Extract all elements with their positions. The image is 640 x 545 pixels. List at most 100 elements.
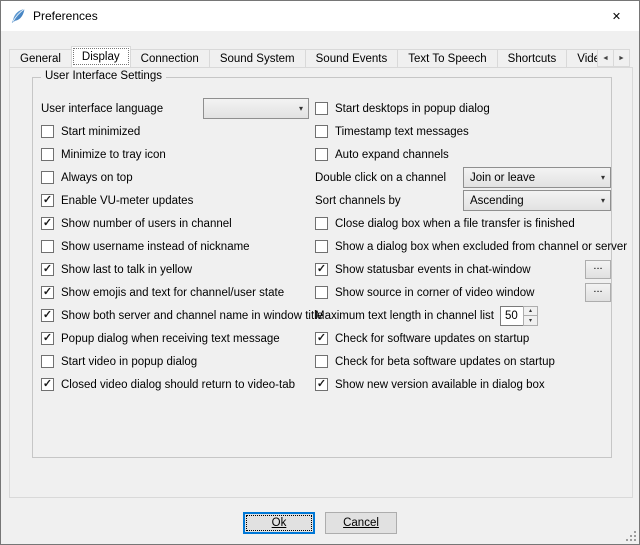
checkbox-row: ✓ Start video in popup dialog xyxy=(41,350,309,373)
checkbox[interactable]: ✓ xyxy=(315,217,328,230)
checkbox-row: ✓ Show emojis and text for channel/user … xyxy=(41,281,309,304)
statusbar-events-config-button[interactable]: ... xyxy=(585,260,611,279)
checkbox-label: Check for beta software updates on start… xyxy=(335,356,555,368)
checkbox[interactable]: ✓ xyxy=(41,286,54,299)
tab-display[interactable]: Display xyxy=(71,46,131,67)
checkbox-label: Show a dialog box when excluded from cha… xyxy=(335,241,627,253)
sort-channels-label: Sort channels by xyxy=(315,195,401,207)
checkbox[interactable]: ✓ xyxy=(315,240,328,253)
checkbox[interactable]: ✓ xyxy=(41,217,54,230)
spin-down-button[interactable]: ▾ xyxy=(524,315,537,325)
checkbox[interactable]: ✓ xyxy=(315,263,328,276)
tab-sound-events[interactable]: Sound Events xyxy=(305,49,399,67)
chevron-up-icon: ▴ xyxy=(529,307,532,314)
check-icon: ✓ xyxy=(43,287,52,298)
tab-scroll-right-button[interactable]: ► xyxy=(613,49,630,67)
checkbox[interactable]: ✓ xyxy=(315,125,328,138)
tab-text-to-speech[interactable]: Text To Speech xyxy=(397,49,497,67)
check-icon: ✓ xyxy=(317,333,326,344)
checkbox-row: ✓ Auto expand channels xyxy=(315,143,611,166)
checkbox[interactable]: ✓ xyxy=(41,332,54,345)
arrow-left-icon: ◄ xyxy=(602,55,609,62)
checkbox[interactable]: ✓ xyxy=(41,148,54,161)
check-icon: ✓ xyxy=(43,264,52,275)
ok-button[interactable]: Ok xyxy=(243,512,315,534)
double-click-label: Double click on a channel xyxy=(315,172,446,184)
checkbox[interactable]: ✓ xyxy=(315,378,328,391)
chevron-down-icon: ▾ xyxy=(529,317,532,324)
checkbox[interactable]: ✓ xyxy=(41,355,54,368)
cancel-button[interactable]: Cancel xyxy=(325,512,397,534)
tab-sound-system[interactable]: Sound System xyxy=(209,49,306,67)
checkbox[interactable]: ✓ xyxy=(315,102,328,115)
resize-grip[interactable] xyxy=(624,529,637,542)
checkbox-label: Show number of users in channel xyxy=(61,218,232,230)
chevron-down-icon: ▾ xyxy=(601,173,605,182)
tab-connection[interactable]: Connection xyxy=(130,49,210,67)
checkbox-row: ✓ Show username instead of nickname xyxy=(41,235,309,258)
checkbox-label: Show new version available in dialog box xyxy=(335,379,545,391)
max-text-length-label: Maximum text length in channel list xyxy=(315,310,494,322)
cancel-label: Cancel xyxy=(343,517,379,529)
tab-label: Display xyxy=(82,51,120,63)
ok-label: Ok xyxy=(272,517,287,529)
checkbox[interactable]: ✓ xyxy=(41,378,54,391)
group-title: User Interface Settings xyxy=(41,70,166,82)
tab-label: Sound Events xyxy=(316,53,388,65)
tab-bar: General Display Connection Sound System … xyxy=(9,46,633,67)
tab-label: Sound System xyxy=(220,53,295,65)
max-text-length-spinner: 50 ▴ ▾ xyxy=(500,306,538,326)
checkbox-label: Auto expand channels xyxy=(335,149,449,161)
footer: Ok Cancel xyxy=(1,512,639,534)
tab-label: Shortcuts xyxy=(508,53,557,65)
spin-buttons: ▴ ▾ xyxy=(523,306,538,326)
language-label: User interface language xyxy=(41,103,163,115)
spin-up-button[interactable]: ▴ xyxy=(524,307,537,316)
checkbox[interactable]: ✓ xyxy=(41,309,54,322)
checkbox[interactable]: ✓ xyxy=(41,171,54,184)
chevron-down-icon: ▾ xyxy=(601,196,605,205)
tab-scroll-buttons: ◄ ► xyxy=(597,49,630,67)
arrow-right-icon: ► xyxy=(618,55,625,62)
checkbox[interactable]: ✓ xyxy=(315,148,328,161)
check-icon: ✓ xyxy=(43,195,52,206)
video-source-config-button[interactable]: ... xyxy=(585,283,611,302)
checkbox-row: ✓ Start minimized xyxy=(41,120,309,143)
checkbox-label: Show statusbar events in chat-window xyxy=(335,264,531,276)
check-icon: ✓ xyxy=(43,333,52,344)
checkbox-label: Closed video dialog should return to vid… xyxy=(61,379,295,391)
check-icon: ✓ xyxy=(43,218,52,229)
tab-general[interactable]: General xyxy=(9,49,72,67)
checkbox[interactable]: ✓ xyxy=(315,355,328,368)
tab-label: Connection xyxy=(141,53,199,65)
checkbox-label: Timestamp text messages xyxy=(335,126,469,138)
check-icon: ✓ xyxy=(317,379,326,390)
display-tab-page: User Interface Settings User interface l… xyxy=(9,67,633,498)
checkbox-row: ✓ Always on top xyxy=(41,166,309,189)
close-button[interactable]: ✕ xyxy=(594,1,639,31)
tab-shortcuts[interactable]: Shortcuts xyxy=(497,49,568,67)
checkbox[interactable]: ✓ xyxy=(41,125,54,138)
checkbox-label: Start minimized xyxy=(61,126,140,138)
statusbar-events-row: ✓ Show statusbar events in chat-window .… xyxy=(315,258,611,281)
language-select[interactable]: ▾ xyxy=(203,98,309,119)
max-text-length-input[interactable]: 50 xyxy=(500,306,523,326)
check-icon: ✓ xyxy=(43,310,52,321)
double-click-value: Join or leave xyxy=(470,172,595,184)
sort-channels-select[interactable]: Ascending ▾ xyxy=(463,190,611,211)
checkbox[interactable]: ✓ xyxy=(41,194,54,207)
checkbox-row: ✓ Start desktops in popup dialog xyxy=(315,97,611,120)
preferences-window: Preferences ✕ General Display Connection… xyxy=(0,0,640,545)
checkbox[interactable]: ✓ xyxy=(315,332,328,345)
checkbox-label: Show emojis and text for channel/user st… xyxy=(61,287,284,299)
sort-channels-value: Ascending xyxy=(470,195,595,207)
checkbox[interactable]: ✓ xyxy=(41,240,54,253)
double-click-select[interactable]: Join or leave ▾ xyxy=(463,167,611,188)
language-row: User interface language ▾ xyxy=(41,97,309,120)
checkbox[interactable]: ✓ xyxy=(315,286,328,299)
checkbox[interactable]: ✓ xyxy=(41,263,54,276)
check-icon: ✓ xyxy=(317,264,326,275)
double-click-row: Double click on a channel Join or leave … xyxy=(315,166,611,189)
checkbox-label: Enable VU-meter updates xyxy=(61,195,193,207)
tab-scroll-left-button[interactable]: ◄ xyxy=(597,49,614,67)
